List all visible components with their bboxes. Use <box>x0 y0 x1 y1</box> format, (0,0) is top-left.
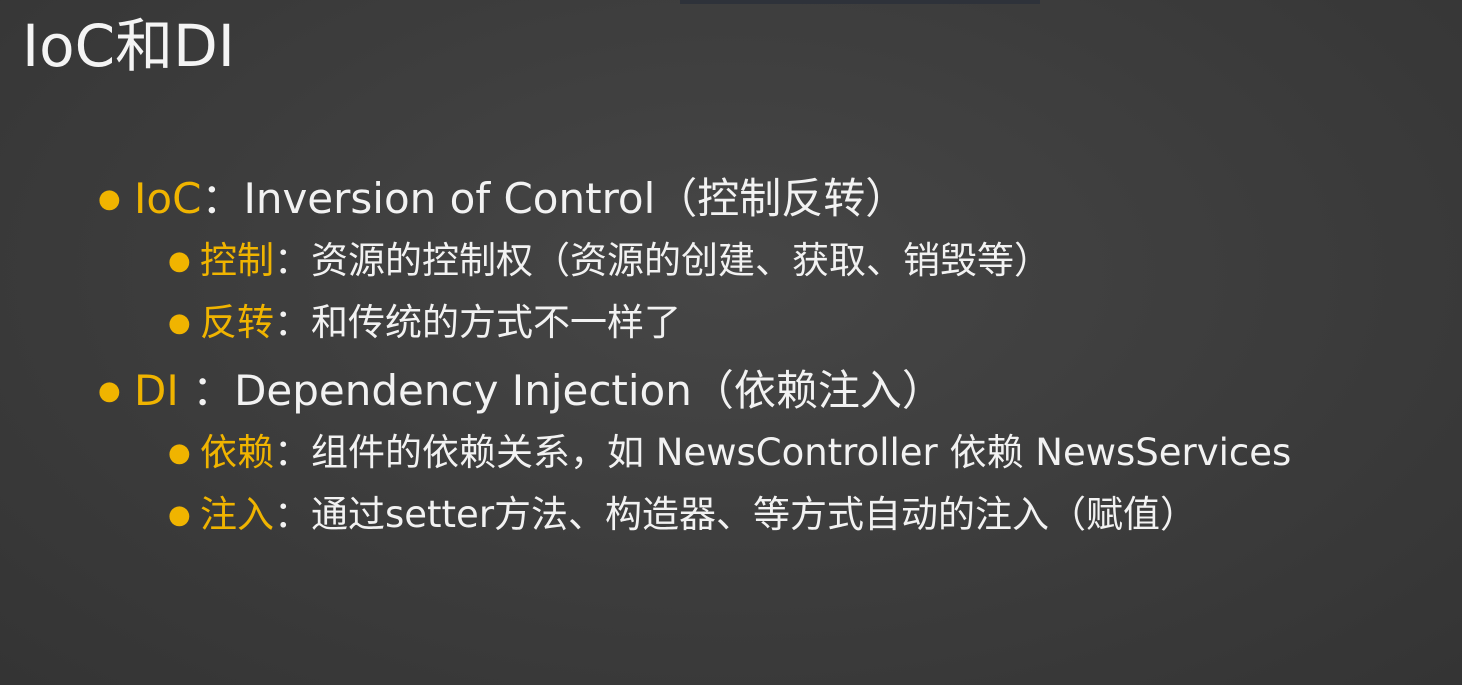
bullet-text: Dependency Injection（依赖注入） <box>234 366 944 415</box>
top-edge-bar <box>680 0 1040 4</box>
sub-bullet-separator: ： <box>274 239 311 282</box>
sub-bullet-key: 依赖 <box>200 431 274 474</box>
sub-bullet-injection: ● 注入：通过setter方法、构造器、等方式自动的注入（赋值） <box>96 484 1446 546</box>
sub-bullet-separator: ： <box>274 493 311 536</box>
sub-bullet-control: ● 控制：资源的控制权（资源的创建、获取、销毁等） <box>96 230 1446 292</box>
sub-bullet-key: 注入 <box>200 493 274 536</box>
slide-title: IoC和DI <box>22 12 235 80</box>
bullet-key: IoC <box>134 174 202 223</box>
bullet-dot-icon: ● <box>98 184 121 214</box>
bullet-text: Inversion of Control（控制反转） <box>243 174 908 223</box>
bullet-separator: ： <box>178 366 235 415</box>
sub-bullet-text: 和传统的方式不一样了 <box>311 301 681 344</box>
bullet-dot-icon: ● <box>168 500 191 530</box>
sub-bullet-text: 通过setter方法、构造器、等方式自动的注入（赋值） <box>311 493 1198 536</box>
bullet-dot-icon: ● <box>98 376 121 406</box>
sub-bullet-key: 控制 <box>200 239 274 282</box>
sub-bullet-dependency: ● 依赖：组件的依赖关系，如 NewsController 依赖 NewsSer… <box>96 422 1446 484</box>
sub-bullet-text: 组件的依赖关系，如 NewsController 依赖 NewsServices <box>311 431 1292 474</box>
sub-bullet-key: 反转 <box>200 301 274 344</box>
slide: IoC和DI ● IoC：Inversion of Control（控制反转） … <box>0 0 1462 685</box>
sub-bullet-separator: ： <box>274 431 311 474</box>
bullet-dot-icon: ● <box>168 246 191 276</box>
sub-bullet-text: 资源的控制权（资源的创建、获取、销毁等） <box>311 239 1051 282</box>
bullet-list: ● IoC：Inversion of Control（控制反转） ● 控制：资源… <box>96 168 1446 546</box>
sub-bullet-separator: ： <box>274 301 311 344</box>
bullet-di: ● DI ：Dependency Injection（依赖注入） <box>96 360 1446 422</box>
bullet-separator: ： <box>201 174 244 223</box>
bullet-dot-icon: ● <box>168 438 191 468</box>
bullet-key: DI <box>134 366 179 415</box>
bullet-ioc: ● IoC：Inversion of Control（控制反转） <box>96 168 1446 230</box>
sub-bullet-inversion: ● 反转：和传统的方式不一样了 <box>96 292 1446 354</box>
bullet-dot-icon: ● <box>168 308 191 338</box>
